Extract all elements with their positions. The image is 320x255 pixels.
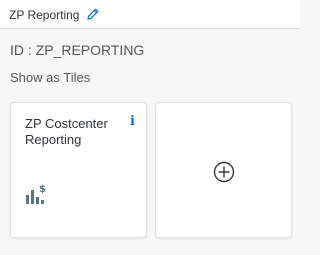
- pencil-icon: [87, 8, 99, 20]
- add-circle-icon: [213, 161, 235, 183]
- show-as-tiles-label: Show as Tiles: [10, 70, 91, 85]
- bar-chart-dollar-icon: $: [26, 184, 46, 204]
- group-id-label: ID : ZP_REPORTING: [10, 42, 145, 58]
- add-tile-button[interactable]: [155, 102, 292, 238]
- info-icon[interactable]: i: [130, 114, 135, 129]
- page-header: ZP Reporting: [0, 0, 300, 29]
- svg-text:$: $: [39, 184, 46, 195]
- tile-title: ZP Costcenter Reporting: [25, 116, 108, 147]
- app-tile-costcenter-reporting[interactable]: ZP Costcenter Reporting i $: [10, 102, 147, 238]
- group-title: ZP Reporting: [9, 8, 80, 22]
- edit-title-button[interactable]: [86, 7, 100, 21]
